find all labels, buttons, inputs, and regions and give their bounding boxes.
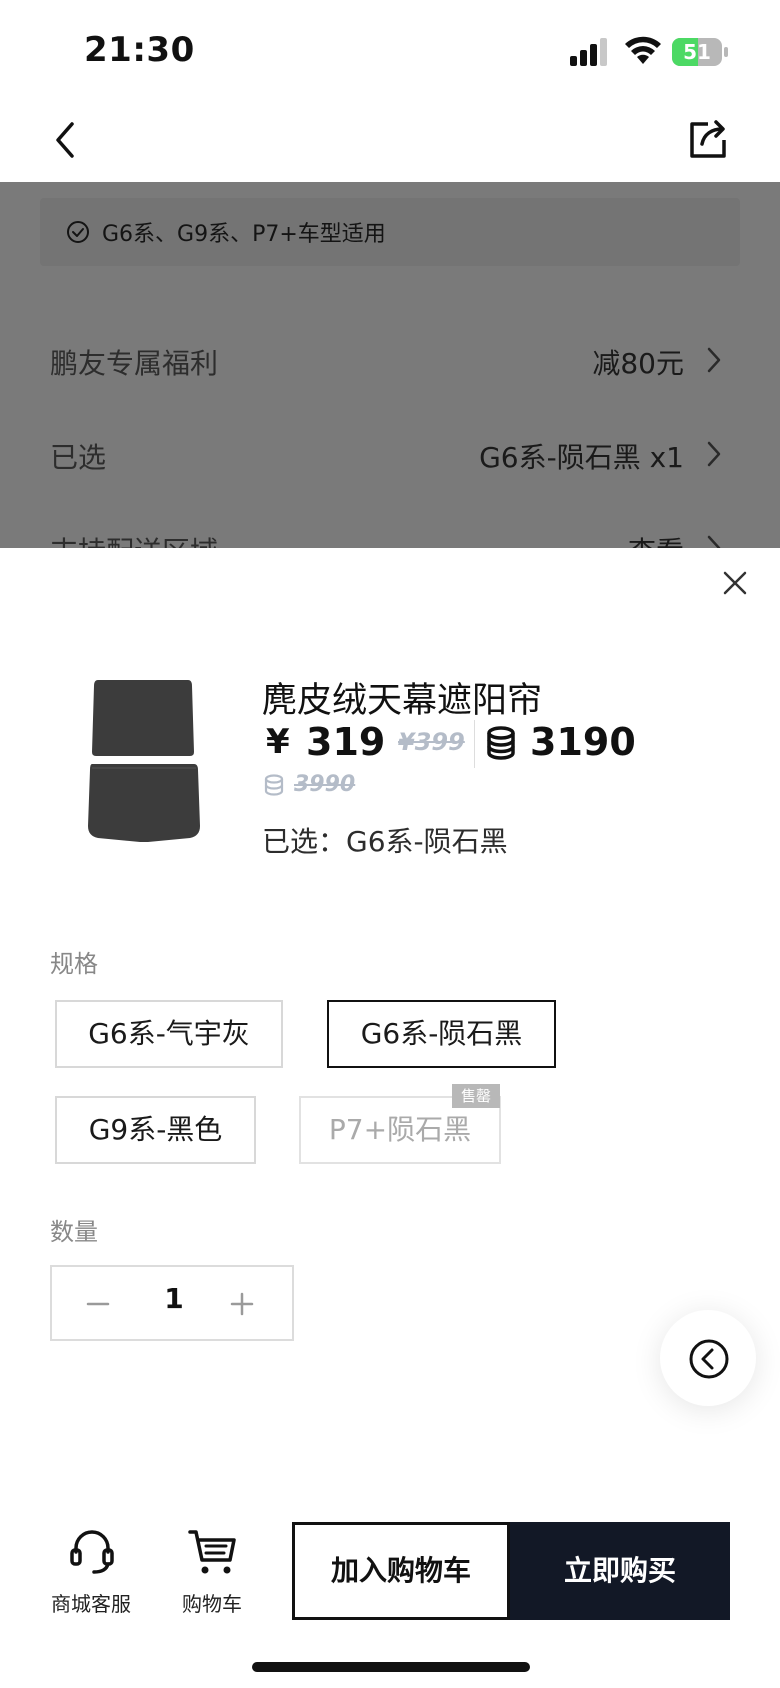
- status-time: 21:30: [84, 30, 195, 70]
- collapse-arrow-icon: [689, 1339, 729, 1379]
- chevron-right-icon[interactable]: [706, 346, 722, 374]
- minus-icon[interactable]: [84, 1290, 112, 1318]
- row-value-selected: G6系-陨石黑 x1: [479, 441, 684, 474]
- spec-option-g6-black[interactable]: G6系-陨石黑: [327, 1000, 556, 1068]
- check-circle-icon: [67, 221, 89, 243]
- quantity-value[interactable]: 1: [150, 1282, 198, 1315]
- row-label-selected: 已选: [50, 441, 107, 474]
- chevron-right-icon[interactable]: [706, 534, 722, 548]
- row-value-benefit: 减80元: [592, 347, 684, 380]
- chevron-left-icon[interactable]: [48, 118, 84, 162]
- price-currency: ¥: [266, 722, 290, 762]
- product-price: 319: [306, 720, 386, 764]
- coin-stack-icon: [264, 774, 284, 796]
- row-value-delivery: 查看: [628, 530, 684, 548]
- home-indicator: [252, 1662, 530, 1672]
- quantity-section-label: 数量: [50, 1218, 98, 1246]
- share-icon[interactable]: [686, 116, 730, 162]
- product-thumbnail: [88, 680, 200, 842]
- floating-collapse-button[interactable]: [660, 1310, 756, 1406]
- buy-now-button[interactable]: 立即购买: [510, 1522, 730, 1620]
- coin-price: 3190: [530, 720, 636, 764]
- compat-notice: G6系、G9系、P7+车型适用: [40, 198, 740, 266]
- spec-section-label: 规格: [50, 950, 98, 978]
- coin-stack-icon: [487, 726, 515, 760]
- product-original-price: ¥399: [398, 728, 465, 756]
- add-to-cart-button[interactable]: 加入购物车: [292, 1522, 510, 1620]
- plus-icon[interactable]: [228, 1290, 256, 1318]
- battery-icon: 51: [672, 38, 728, 66]
- headset-icon[interactable]: [66, 1526, 118, 1578]
- selected-spec-text: 已选：G6系-陨石黑: [262, 825, 508, 858]
- compat-text: G6系、G9系、P7+车型适用: [102, 222, 386, 247]
- close-icon[interactable]: [720, 568, 750, 598]
- cart-icon[interactable]: [186, 1526, 238, 1578]
- battery-level: 51: [683, 40, 711, 64]
- price-divider: [474, 720, 475, 768]
- signal-icon: [570, 38, 607, 66]
- dimmed-background[interactable]: G6系、G9系、P7+车型适用 鹏友专属福利 减80元 已选 G6系-陨石黑 x…: [0, 182, 780, 548]
- row-label-delivery: 支持配送区域: [50, 530, 218, 548]
- sold-out-badge: 售罄: [452, 1084, 500, 1108]
- spec-option-g9-black[interactable]: G9系-黑色: [55, 1096, 256, 1164]
- wifi-icon: [625, 36, 661, 64]
- customer-service-label[interactable]: 商城客服: [46, 1588, 136, 1617]
- coin-original-price: 3990: [294, 772, 356, 797]
- product-title: 麂皮绒天幕遮阳帘: [262, 681, 543, 721]
- spec-option-g6-gray[interactable]: G6系-气宇灰: [55, 1000, 283, 1068]
- chevron-right-icon[interactable]: [706, 440, 722, 468]
- cart-label[interactable]: 购物车: [172, 1588, 252, 1617]
- nav-bar: [0, 100, 780, 182]
- row-label-benefit: 鹏友专属福利: [50, 347, 219, 380]
